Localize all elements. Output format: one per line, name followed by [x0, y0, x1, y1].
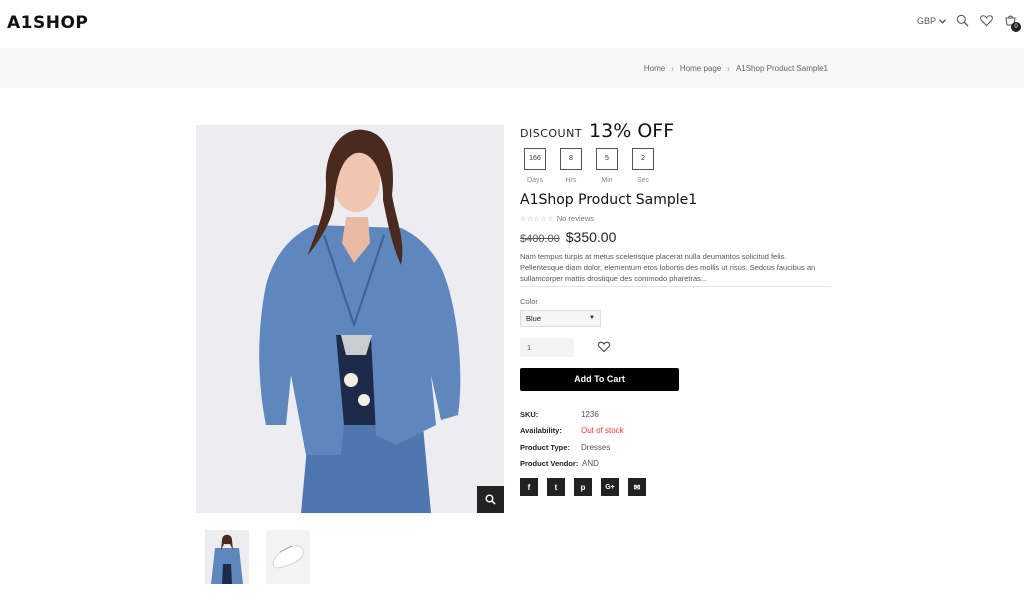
countdown-hours-value: 8 [560, 148, 582, 170]
availability-row: Availability: Out of stock [520, 423, 830, 440]
breadcrumb: Home › Home page › A1Shop Product Sample… [644, 64, 828, 73]
site-header: A1SHOP GBP 0 [0, 0, 1024, 48]
countdown-days: 166 Days [524, 148, 546, 184]
product-type-value[interactable]: Dresses [581, 443, 610, 452]
countdown-seconds: 2 Sec [632, 148, 654, 184]
star-rating-icon: ☆☆☆☆☆ [520, 215, 554, 223]
google-plus-icon[interactable]: G+ [601, 478, 619, 496]
color-select-value: Blue [526, 314, 542, 323]
chevron-right-icon: › [727, 64, 730, 73]
facebook-icon[interactable]: f [520, 478, 538, 496]
zoom-search-icon [485, 494, 496, 505]
breadcrumb-home-page[interactable]: Home page [680, 64, 721, 73]
chevron-down-icon [939, 18, 946, 24]
social-share: f t p G+ ✉ [520, 478, 830, 496]
cart-icon[interactable]: 0 [1004, 14, 1021, 32]
countdown-minutes-value: 5 [596, 148, 618, 170]
quantity-input[interactable]: 1 [520, 338, 574, 357]
breadcrumb-current: A1Shop Product Sample1 [735, 64, 828, 73]
review-count: No reviews [556, 214, 594, 223]
thumbnail-2[interactable] [266, 530, 310, 584]
thumbnail-sneakers-photo [266, 530, 310, 584]
countdown-seconds-label: Sec [636, 177, 650, 184]
email-icon[interactable]: ✉ [628, 478, 646, 496]
vendor-value[interactable]: AND [582, 459, 599, 468]
breadcrumb-bar: Home › Home page › A1Shop Product Sample… [0, 48, 1024, 88]
site-logo[interactable]: A1SHOP [7, 13, 88, 33]
original-price: $400.00 [520, 233, 560, 245]
color-label: Color [520, 297, 538, 306]
currency-label: GBP [916, 16, 936, 26]
discount-value: 13% OFF [589, 120, 675, 142]
availability-value: Out of stock [581, 426, 624, 436]
chevron-right-icon: › [671, 64, 674, 73]
countdown-timer: 166 Days 8 Hrs 5 Min 2 Sec [524, 148, 830, 184]
product-title: A1Shop Product Sample1 [520, 192, 698, 208]
countdown-days-value: 166 [524, 148, 546, 170]
sku-value: 1236 [581, 409, 599, 419]
countdown-minutes: 5 Min [596, 148, 618, 184]
product-type-label: Product Type: [520, 442, 570, 452]
countdown-hours: 8 Hrs [560, 148, 582, 184]
discount-label: DISCOUNT [520, 127, 583, 140]
countdown-days-label: Days [527, 177, 543, 184]
dropdown-arrow-icon: ▼ [589, 315, 595, 321]
countdown-seconds-value: 2 [632, 148, 654, 170]
pinterest-icon[interactable]: p [574, 478, 592, 496]
product-photo-woman-denim-jacket [196, 125, 504, 513]
product-type-row: Product Type: Dresses [520, 439, 830, 456]
product-main-image[interactable] [196, 125, 504, 513]
discount-banner: DISCOUNT 13% OFF [520, 120, 830, 142]
product-meta: SKU: 1236 Availability: Out of stock Pro… [520, 406, 830, 472]
vendor-row: Product Vendor: AND [520, 456, 830, 473]
currency-selector[interactable]: GBP [917, 16, 946, 26]
countdown-minutes-label: Min [601, 177, 613, 184]
twitter-icon[interactable]: t [547, 478, 565, 496]
add-to-wishlist-heart-icon[interactable] [597, 339, 611, 357]
vendor-label: Product Vendor: [520, 459, 579, 469]
add-to-cart-button[interactable]: Add To Cart [520, 368, 679, 391]
product-rating[interactable]: ☆☆☆☆☆ No reviews [520, 214, 830, 223]
breadcrumb-home[interactable]: Home [644, 64, 665, 73]
sku-row: SKU: 1236 [520, 406, 830, 423]
price-block: $400.00 $350.00 [520, 229, 830, 245]
header-actions: GBP 0 [917, 14, 1021, 32]
quantity-row: 1 [520, 338, 830, 357]
thumbnail-jacket-photo [205, 530, 249, 584]
wishlist-heart-icon[interactable] [980, 14, 994, 28]
search-icon[interactable] [956, 14, 970, 28]
zoom-button[interactable] [477, 486, 504, 513]
cart-count-badge: 0 [1011, 22, 1021, 32]
color-select[interactable]: Blue ▼ [520, 310, 601, 327]
countdown-hours-label: Hrs [565, 177, 577, 184]
product-details: DISCOUNT 13% OFF 166 Days 8 Hrs 5 Min 2 … [520, 120, 830, 496]
sale-price: $350.00 [565, 229, 617, 245]
sku-label: SKU: [520, 409, 539, 419]
product-description: Nam tempus turpis at metus scelerisque p… [520, 251, 830, 287]
availability-label: Availability: [520, 426, 562, 436]
thumbnail-1[interactable] [205, 530, 249, 584]
